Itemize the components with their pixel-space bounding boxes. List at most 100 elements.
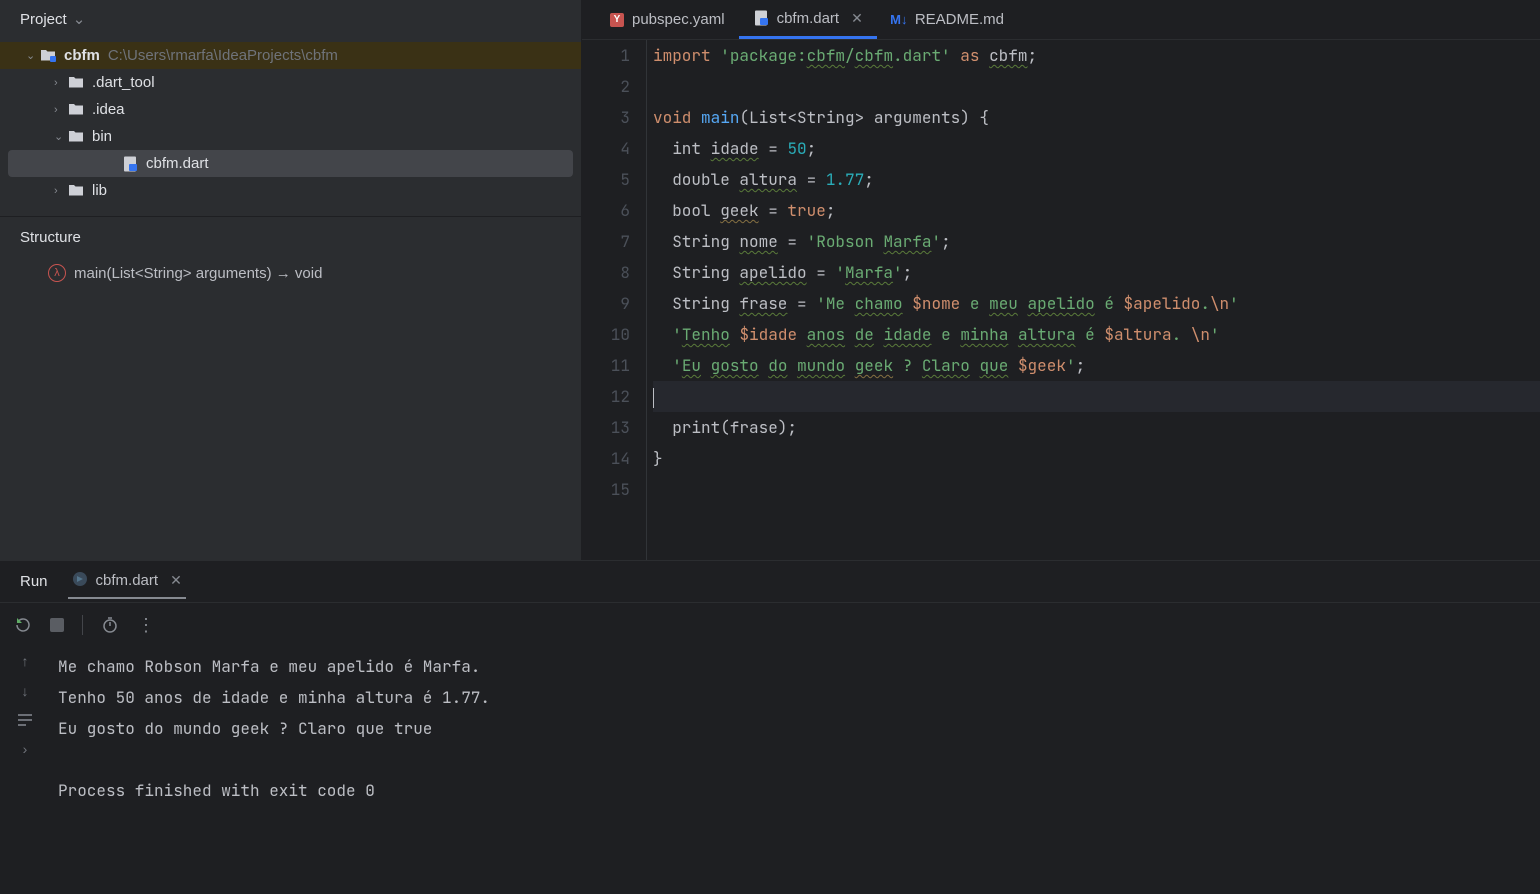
line-number: 15 [582, 474, 630, 505]
tree-item-label: cbfm.dart [146, 155, 209, 172]
folder-icon [68, 183, 86, 199]
run-actions: ↑ ↓ › [0, 647, 50, 894]
cursor [653, 388, 654, 408]
tree-folder[interactable]: ⌄ bin [0, 123, 581, 150]
tree-folder[interactable]: › lib [0, 177, 581, 204]
code-line[interactable]: double altura = 1.77; [653, 164, 1540, 195]
tree-folder[interactable]: › .dart_tool [0, 69, 581, 96]
code-line[interactable] [653, 474, 1540, 505]
more-icon[interactable]: ⋮ [137, 615, 155, 636]
code-line[interactable]: } [653, 443, 1540, 474]
output-line: Me chamo Robson Marfa e meu apelido é Ma… [58, 651, 1532, 682]
output-line: Process finished with exit code 0 [58, 775, 1532, 806]
close-icon[interactable]: ✕ [851, 10, 863, 27]
tab-label: README.md [915, 11, 1004, 28]
tree-root-path: C:\Users\rmarfa\IdeaProjects\cbfm [108, 47, 338, 64]
code-line[interactable] [653, 71, 1540, 102]
tree-root-name: cbfm [64, 47, 100, 64]
divider [82, 615, 83, 635]
code-line[interactable]: String nome = 'Robson Marfa'; [653, 226, 1540, 257]
dart-file-icon [753, 10, 769, 26]
tree-arrow-icon: › [54, 185, 68, 197]
tree-folder[interactable]: › .idea [0, 96, 581, 123]
line-number: 9 [582, 288, 630, 319]
run-tab-label: cbfm.dart [96, 572, 159, 589]
code-line[interactable]: String frase = 'Me chamo $nome e meu ape… [653, 288, 1540, 319]
tree-arrow-icon: › [54, 77, 68, 89]
code-content[interactable]: import 'package:cbfm/cbfm.dart' as cbfm;… [646, 40, 1540, 560]
chevron-down-icon: ⌄ [26, 49, 40, 62]
run-label[interactable]: Run [20, 573, 48, 590]
tree-file[interactable]: cbfm.dart [8, 150, 573, 177]
line-number: 7 [582, 226, 630, 257]
code-line[interactable]: print(frase); [653, 412, 1540, 443]
rerun-icon[interactable] [14, 616, 32, 634]
dart-icon [72, 571, 88, 591]
gutter: 123456789101112131415 [582, 40, 646, 560]
code-line[interactable]: void main(List<String> arguments) { [653, 102, 1540, 133]
tree-arrow-icon: ⌄ [54, 130, 68, 143]
stopwatch-icon[interactable] [101, 616, 119, 634]
tree-item-label: bin [92, 128, 112, 145]
line-number: 3 [582, 102, 630, 133]
folder-icon [68, 102, 86, 118]
tree-root[interactable]: ⌄ cbfm C:\Users\rmarfa\IdeaProjects\cbfm [0, 42, 581, 69]
line-number: 2 [582, 71, 630, 102]
tree-item-label: .idea [92, 101, 125, 118]
tree-item-label: lib [92, 182, 107, 199]
folder-icon [68, 129, 86, 145]
code-line[interactable] [653, 381, 1540, 412]
line-number: 11 [582, 350, 630, 381]
close-icon[interactable]: ✕ [170, 572, 182, 589]
sidebar: Project ⌄ ⌄ cbfm C:\Users\rmarfa\IdeaPro… [0, 0, 582, 560]
editor-tab[interactable]: M↓ README.md [877, 0, 1018, 39]
folder-icon [68, 75, 86, 91]
editor-tabs: Ypubspec.yamlcbfm.dart✕M↓README.md [582, 0, 1540, 40]
project-panel-header[interactable]: Project ⌄ [0, 0, 581, 38]
line-number: 10 [582, 319, 630, 350]
code-area[interactable]: 123456789101112131415 import 'package:cb… [582, 40, 1540, 560]
structure-item[interactable]: λ main(List<String> arguments) → void [0, 254, 581, 288]
structure-panel-header[interactable]: Structure [0, 216, 581, 254]
editor: Ypubspec.yamlcbfm.dart✕M↓README.md 12345… [582, 0, 1540, 560]
tab-label: pubspec.yaml [632, 11, 725, 28]
line-number: 5 [582, 164, 630, 195]
output-line: Eu gosto do mundo geek ? Claro que true [58, 713, 1532, 744]
up-arrow-icon[interactable]: ↑ [22, 653, 29, 669]
output-line [58, 744, 1532, 775]
line-number: 13 [582, 412, 630, 443]
yaml-icon: Y [610, 13, 624, 27]
code-line[interactable]: import 'package:cbfm/cbfm.dart' as cbfm; [653, 40, 1540, 71]
tree-item-label: .dart_tool [92, 74, 155, 91]
chevron-right-icon[interactable]: › [23, 741, 28, 757]
line-number: 4 [582, 133, 630, 164]
code-line[interactable]: bool geek = true; [653, 195, 1540, 226]
code-line[interactable]: 'Tenho $idade anos de idade e minha altu… [653, 319, 1540, 350]
run-output[interactable]: Me chamo Robson Marfa e meu apelido é Ma… [50, 647, 1540, 894]
stop-icon[interactable] [50, 618, 64, 632]
line-number: 12 [582, 381, 630, 412]
lambda-icon: λ [48, 264, 66, 282]
down-arrow-icon[interactable]: ↓ [22, 683, 29, 699]
run-tab[interactable]: cbfm.dart ✕ [68, 565, 186, 599]
editor-tab[interactable]: Ypubspec.yaml [596, 0, 739, 39]
code-line[interactable]: String apelido = 'Marfa'; [653, 257, 1540, 288]
tree-arrow-icon: › [54, 104, 68, 116]
run-toolbar: ⋮ [0, 603, 1540, 647]
dart-file-icon [122, 156, 140, 172]
output-line: Tenho 50 anos de idade e minha altura é … [58, 682, 1532, 713]
line-number: 8 [582, 257, 630, 288]
line-number: 6 [582, 195, 630, 226]
editor-tab[interactable]: cbfm.dart✕ [739, 0, 877, 39]
soft-wrap-icon[interactable] [16, 713, 34, 727]
line-number: 14 [582, 443, 630, 474]
project-tree: ⌄ cbfm C:\Users\rmarfa\IdeaProjects\cbfm… [0, 38, 581, 208]
code-line[interactable]: int idade = 50; [653, 133, 1540, 164]
markdown-icon: M↓ [891, 12, 907, 28]
run-panel: Run cbfm.dart ✕ ⋮ ↑ ↓ › Me c [0, 560, 1540, 894]
project-folder-icon [40, 48, 58, 64]
project-label: Project [20, 11, 67, 28]
chevron-down-icon: ⌄ [73, 10, 86, 28]
line-number: 1 [582, 40, 630, 71]
code-line[interactable]: 'Eu gosto do mundo geek ? Claro que $gee… [653, 350, 1540, 381]
